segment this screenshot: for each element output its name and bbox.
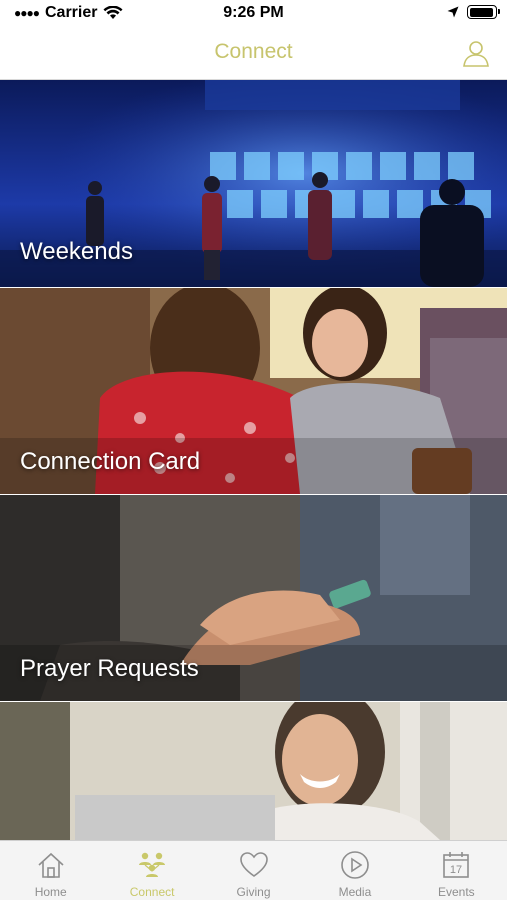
status-right — [447, 5, 500, 19]
battery-icon — [467, 5, 500, 19]
play-circle-icon — [341, 851, 369, 879]
tab-events[interactable]: 17 Events — [406, 841, 507, 900]
tab-connect[interactable]: Connect — [101, 841, 202, 900]
profile-icon[interactable] — [461, 38, 491, 68]
woman-laptop-image — [0, 702, 507, 840]
connect-tiles: Weekends Connection Card Prayer Requests — [0, 80, 507, 840]
people-group-icon — [139, 852, 166, 877]
house-icon — [38, 852, 64, 878]
status-time: 9:26 PM — [223, 4, 284, 21]
tab-bar: Home Connect Giving Media 17 Events — [0, 840, 507, 900]
tile-prayer-requests-label: Prayer Requests — [20, 655, 199, 682]
tile-connection-card[interactable]: Connection Card — [0, 288, 507, 494]
tab-events-label: Events — [437, 885, 475, 899]
page-title: Connect — [214, 40, 293, 63]
status-bar: ●●●● Carrier 9:26 PM — [0, 0, 507, 30]
tile-weekends-label: Weekends — [20, 238, 133, 265]
calendar-icon: 17 — [443, 852, 470, 878]
tile-weekends[interactable]: Weekends — [0, 80, 507, 287]
tab-media-label: Media — [338, 885, 372, 899]
navigation-bar: Connect — [0, 30, 507, 80]
tile-prayer-requests[interactable]: Prayer Requests — [0, 495, 507, 701]
tab-home[interactable]: Home — [0, 841, 101, 900]
tab-media[interactable]: Media — [304, 841, 405, 900]
battery-fill — [469, 7, 494, 17]
tab-home-label: Home — [34, 885, 67, 899]
tile-connection-card-label: Connection Card — [20, 448, 201, 475]
tile-fourth[interactable] — [0, 702, 507, 840]
tab-giving[interactable]: Giving — [203, 841, 304, 900]
calendar-day-number: 17 — [450, 864, 462, 876]
location-arrow-icon — [447, 6, 459, 18]
tab-giving-label: Giving — [236, 885, 271, 899]
heart-icon — [239, 852, 268, 877]
tab-connect-label: Connect — [129, 885, 175, 899]
